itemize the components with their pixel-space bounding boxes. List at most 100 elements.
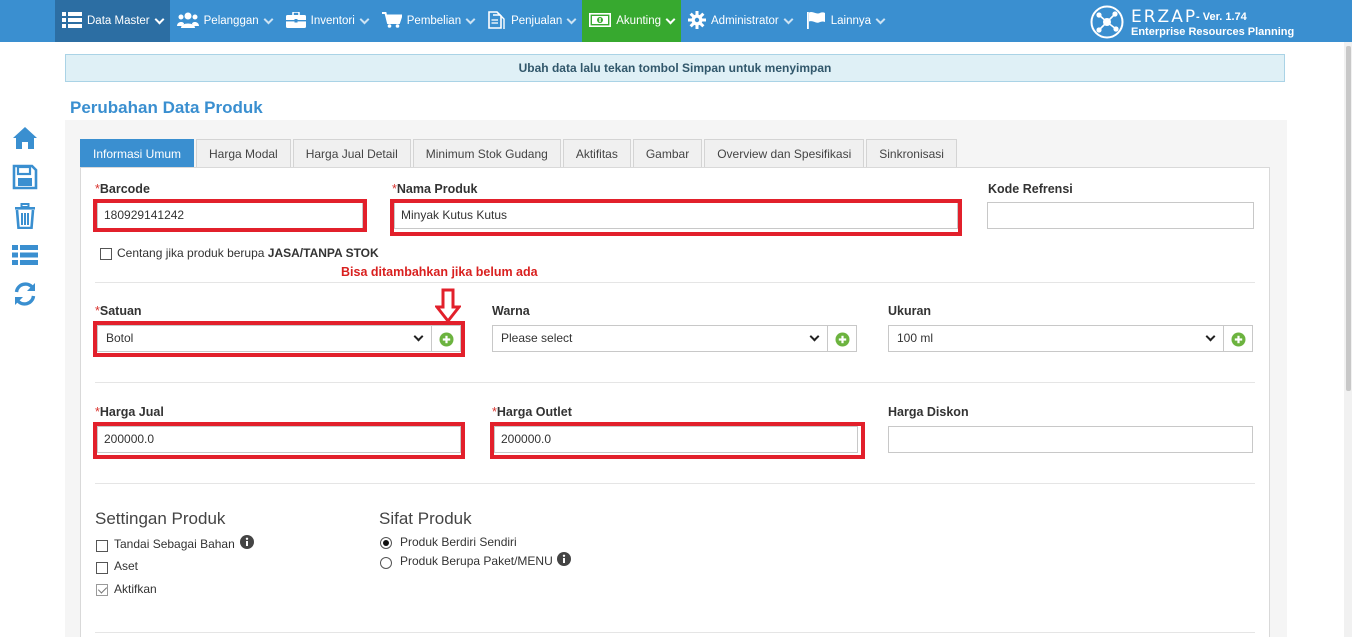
nav-pembelian[interactable]: Pembelian xyxy=(375,0,481,42)
trash-icon[interactable] xyxy=(12,203,38,230)
scrollbar-thumb[interactable] xyxy=(1346,46,1351,391)
highlight-box xyxy=(93,321,465,357)
refresh-icon[interactable] xyxy=(12,281,38,307)
tandai-bahan-checkbox[interactable] xyxy=(96,540,108,552)
page-title: Perubahan Data Produk xyxy=(70,98,263,117)
nav-lainnya[interactable]: Lainnya xyxy=(799,0,891,42)
tab-harga-jual-detail[interactable]: Harga Jual Detail xyxy=(292,139,411,168)
satuan-label: *Satuan xyxy=(95,304,142,318)
nav-label: Administrator xyxy=(711,15,779,27)
divider xyxy=(95,632,1255,633)
ukuran-select[interactable]: 100 ml xyxy=(888,325,1224,352)
settingan-produk-title: Settingan Produk xyxy=(95,509,226,528)
tab-minimum-stok-gudang[interactable]: Minimum Stok Gudang xyxy=(412,139,561,168)
document-icon xyxy=(488,10,506,32)
plus-circle-icon xyxy=(835,332,850,347)
tab-harga-modal[interactable]: Harga Modal xyxy=(196,139,291,168)
jasa-checkbox-label: Centang jika produk berupa JASA/TANPA ST… xyxy=(117,246,379,260)
chevron-down-icon xyxy=(263,14,274,24)
nav-label: Inventori xyxy=(310,15,355,27)
sifat-produk-title: Sifat Produk xyxy=(379,509,472,528)
chevron-down-icon xyxy=(783,14,794,24)
info-icon[interactable] xyxy=(557,552,571,566)
produk-berdiri-sendiri-radio[interactable] xyxy=(380,537,392,549)
nav-pelanggan[interactable]: Pelanggan xyxy=(170,0,279,42)
produk-paket-menu-radio[interactable] xyxy=(380,557,392,569)
highlight-box xyxy=(93,199,367,232)
tandai-bahan-label: Tandai Sebagai Bahan xyxy=(114,537,235,551)
chevron-down-icon xyxy=(1205,331,1216,342)
chevron-down-icon xyxy=(809,331,820,342)
harga-diskon-label: Harga Diskon xyxy=(888,405,969,419)
nav-inventori[interactable]: Inventori xyxy=(279,0,375,42)
produk-paket-menu-label: Produk Berupa Paket/MENU xyxy=(400,554,553,568)
nav-label: Lainnya xyxy=(830,15,872,27)
kode-refrensi-label: Kode Refrensi xyxy=(988,182,1073,196)
info-notice: Ubah data lalu tekan tombol Simpan untuk… xyxy=(65,54,1285,82)
annotation-text: Bisa ditambahkan jika belum ada xyxy=(341,265,538,279)
warna-label: Warna xyxy=(492,304,530,318)
flag-icon xyxy=(806,11,826,32)
list-icon[interactable] xyxy=(12,242,38,268)
jasa-checkbox[interactable] xyxy=(100,248,112,260)
list-icon xyxy=(62,11,82,31)
brand: ERZAP - Ver. 1.74 Enterprise Resources P… xyxy=(1090,5,1340,39)
tab-overview-spesifikasi[interactable]: Overview dan Spesifikasi xyxy=(704,139,865,168)
nav-label: Akunting xyxy=(616,15,662,27)
money-icon xyxy=(589,12,612,30)
add-warna-button[interactable] xyxy=(827,325,857,352)
highlight-box xyxy=(390,199,962,236)
chevron-down-icon xyxy=(359,14,370,24)
arrow-down-icon xyxy=(435,288,461,324)
produk-berdiri-sendiri-label: Produk Berdiri Sendiri xyxy=(400,535,517,549)
divider xyxy=(95,483,1255,484)
harga-diskon-input[interactable] xyxy=(888,426,1253,453)
chevron-down-icon xyxy=(465,14,476,24)
home-icon[interactable] xyxy=(12,125,38,151)
kode-refrensi-input[interactable] xyxy=(987,202,1254,229)
tab-sinkronisasi[interactable]: Sinkronisasi xyxy=(866,139,957,168)
top-navbar: Data Master Pelanggan Inventori Pembelia… xyxy=(0,0,1352,42)
users-icon xyxy=(176,12,199,31)
nav-data-master[interactable]: Data Master xyxy=(55,0,170,42)
aset-checkbox[interactable] xyxy=(96,562,108,574)
nav-akunting[interactable]: Akunting xyxy=(582,0,682,42)
info-icon[interactable] xyxy=(240,535,254,549)
highlight-box xyxy=(93,422,465,459)
harga-jual-label: *Harga Jual xyxy=(95,405,164,419)
chevron-down-icon xyxy=(875,14,886,24)
highlight-box xyxy=(490,422,865,459)
save-icon[interactable] xyxy=(12,164,38,190)
warna-select[interactable]: Please select xyxy=(492,325,828,352)
nav-label: Data Master xyxy=(87,15,150,27)
nav-label: Penjualan xyxy=(511,15,563,27)
nav-label: Pembelian xyxy=(406,15,462,27)
nama-produk-label: *Nama Produk xyxy=(392,182,478,196)
nav-label: Pelanggan xyxy=(203,15,259,27)
harga-outlet-label: *Harga Outlet xyxy=(492,405,572,419)
aktifkan-checkbox[interactable] xyxy=(96,584,108,596)
tab-aktifitas[interactable]: Aktifitas xyxy=(562,139,631,168)
chevron-down-icon xyxy=(154,14,165,24)
gear-icon xyxy=(688,10,707,32)
divider xyxy=(95,382,1255,383)
tab-informasi-umum[interactable]: Informasi Umum xyxy=(80,139,195,168)
add-ukuran-button[interactable] xyxy=(1223,325,1253,352)
nav-administrator[interactable]: Administrator xyxy=(681,0,799,42)
aktifkan-label: Aktifkan xyxy=(114,582,157,596)
ukuran-label: Ukuran xyxy=(888,304,932,318)
chevron-down-icon xyxy=(665,14,676,24)
briefcase-icon xyxy=(285,10,306,31)
nav-penjualan[interactable]: Penjualan xyxy=(481,0,582,42)
aset-label: Aset xyxy=(114,559,139,573)
divider xyxy=(95,282,1255,283)
brand-tagline: Enterprise Resources Planning xyxy=(1131,26,1295,38)
erzap-logo xyxy=(1090,5,1124,39)
tab-content-informasi-umum xyxy=(80,167,1270,637)
tab-gambar[interactable]: Gambar xyxy=(632,139,703,168)
barcode-label: *Barcode xyxy=(95,182,150,196)
plus-circle-icon xyxy=(1231,332,1246,347)
brand-logo-text: ERZAP xyxy=(1131,7,1198,27)
brand-version: - Ver. 1.74 xyxy=(1196,11,1247,23)
cart-icon xyxy=(381,11,403,31)
